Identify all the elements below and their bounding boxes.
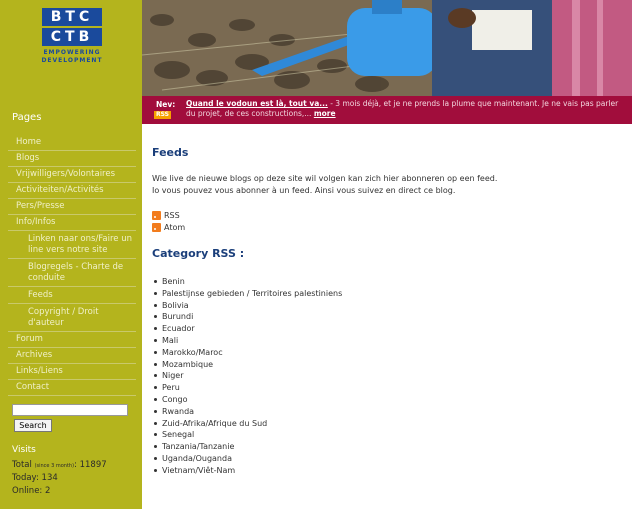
- nav-item-home[interactable]: Home: [8, 135, 136, 151]
- intro-dutch: Wie live de nieuwe blogs op deze site wi…: [152, 174, 498, 183]
- nav-item-contact[interactable]: Contact: [8, 380, 136, 396]
- category-item[interactable]: Burundi: [152, 311, 622, 323]
- category-item[interactable]: Peru: [152, 382, 622, 394]
- news-more-link[interactable]: more: [314, 109, 336, 118]
- logo-btc: BTC: [42, 8, 102, 26]
- feed-links: RSS Atom: [152, 209, 622, 233]
- category-item[interactable]: Tanzania/Tanzanie: [152, 441, 622, 453]
- category-item[interactable]: Vietnam/Viêt-Nam: [152, 465, 622, 477]
- nav-item-volunteers[interactable]: Vrijwilligers/Volontaires: [8, 167, 136, 183]
- nav-item-activities[interactable]: Activiteiten/Activités: [8, 183, 136, 199]
- feeds-intro: Wie live de nieuwe blogs op deze site wi…: [152, 173, 622, 197]
- pages-title: Pages: [12, 112, 42, 123]
- btc-ctb-logo[interactable]: BTC CTB EMPOWERING DEVELOPMENT: [8, 6, 136, 94]
- category-item[interactable]: Uganda/Ouganda: [152, 453, 622, 465]
- nav-item-feeds[interactable]: Feeds: [8, 287, 136, 304]
- news-rss-badge[interactable]: RSS: [154, 111, 171, 119]
- category-item[interactable]: Palestijnse gebieden / Territoires pales…: [152, 288, 622, 300]
- main-content: Feeds Wie live de nieuwe blogs op deze s…: [152, 134, 622, 477]
- category-item[interactable]: Ecuador: [152, 323, 622, 335]
- visits-title: Visits: [12, 445, 36, 455]
- nav-item-press[interactable]: Pers/Presse: [8, 199, 136, 215]
- sidebar: BTC CTB EMPOWERING DEVELOPMENT Pages Hom…: [0, 0, 142, 509]
- category-item[interactable]: Mozambique: [152, 359, 622, 371]
- category-item[interactable]: Congo: [152, 394, 622, 406]
- nav-item-forum[interactable]: Forum: [8, 332, 136, 348]
- visits-online: Online: 2: [12, 486, 51, 496]
- nav-item-copyright[interactable]: Copyright / Droit d'auteur: [8, 304, 136, 332]
- rss-icon: [152, 222, 161, 232]
- category-list: Benin Palestijnse gebieden / Territoires…: [152, 276, 622, 477]
- news-label: Nev:: [156, 100, 176, 109]
- nav-item-archives[interactable]: Archives: [8, 348, 136, 364]
- category-item[interactable]: Senegal: [152, 429, 622, 441]
- category-item[interactable]: Mali: [152, 335, 622, 347]
- nav-item-links[interactable]: Links/Liens: [8, 364, 136, 380]
- atom-feed-link[interactable]: Atom: [152, 221, 622, 233]
- sidebar-nav: Home Blogs Vrijwilligers/Volontaires Act…: [8, 135, 136, 396]
- category-item[interactable]: Niger: [152, 370, 622, 382]
- page-title: Feeds: [152, 146, 189, 159]
- category-item[interactable]: Rwanda: [152, 406, 622, 418]
- category-item[interactable]: Benin: [152, 276, 622, 288]
- news-ticker: Nev: RSS Quand le vodoun est là, tout va…: [142, 96, 632, 124]
- rss-icon: [152, 210, 161, 220]
- nav-item-blog-rules[interactable]: Blogregels - Charte de conduite: [8, 259, 136, 287]
- nav-item-link-to-us[interactable]: Linken naar ons/Faire un line vers notre…: [8, 231, 136, 259]
- news-headline-link[interactable]: Quand le vodoun est là, tout va...: [186, 99, 328, 108]
- logo-ctb: CTB: [42, 28, 102, 46]
- category-item[interactable]: Bolivia: [152, 300, 622, 312]
- header-banner-photo: [142, 0, 632, 96]
- search-button[interactable]: Search: [14, 419, 52, 432]
- category-rss-title: Category RSS :: [152, 247, 245, 260]
- category-item[interactable]: Zuid-Afrika/Afrique du Sud: [152, 418, 622, 430]
- watering-photo: [142, 0, 632, 96]
- nav-item-info[interactable]: Info/Infos: [8, 215, 136, 231]
- intro-french: Io vous pouvez vous abonner à un feed. A…: [152, 186, 456, 195]
- visits-today: Today: 134: [12, 473, 58, 483]
- rss-feed-link[interactable]: RSS: [152, 209, 622, 221]
- logo-tagline: EMPOWERING DEVELOPMENT: [41, 49, 103, 64]
- category-item[interactable]: Marokko/Maroc: [152, 347, 622, 359]
- nav-item-blogs[interactable]: Blogs: [8, 151, 136, 167]
- visits-total: Total (since 3 month): 11897: [12, 460, 107, 470]
- news-text: Quand le vodoun est là, tout va... - 3 m…: [186, 99, 619, 118]
- search-input[interactable]: [12, 404, 128, 416]
